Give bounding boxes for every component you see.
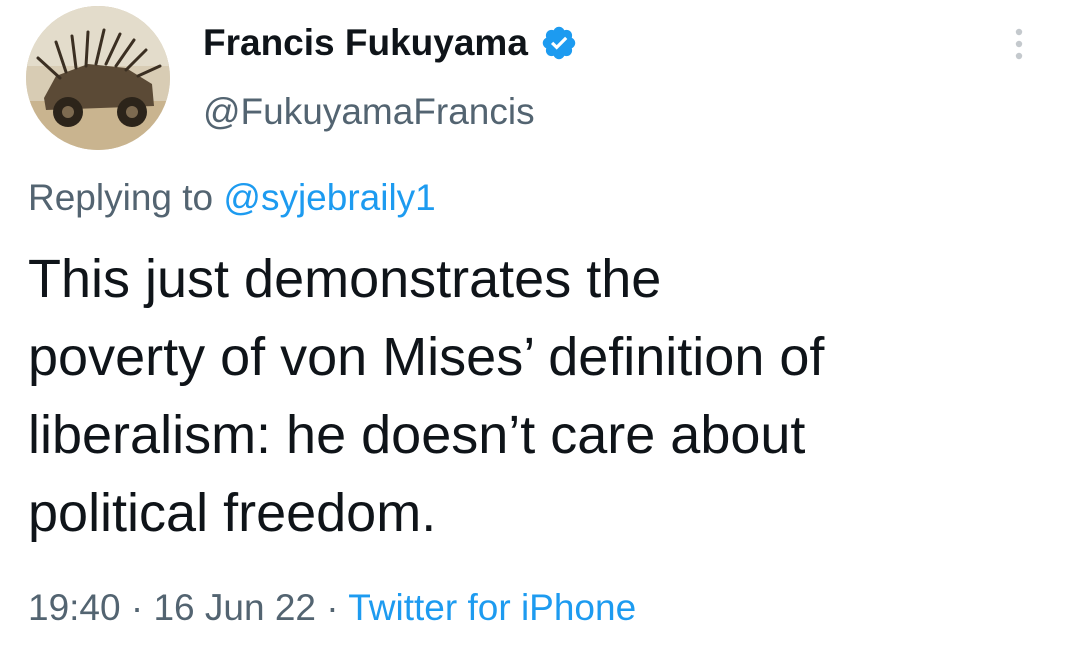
tweet-card: Francis Fukuyama @FukuyamaFrancis Replyi… <box>0 0 1067 654</box>
tweet-time[interactable]: 19:40 <box>28 587 121 628</box>
replying-to-label: Replying to <box>28 177 214 218</box>
verified-badge-icon <box>540 24 578 62</box>
tweet-text-line: political freedom. <box>28 483 437 543</box>
replying-to-line: Replying to @syjebraily1 <box>28 176 436 220</box>
tweet-date[interactable]: 16 Jun 22 <box>153 587 316 628</box>
tweet-text: This just demonstrates the poverty of vo… <box>28 240 1058 552</box>
tweet-metadata: 19:40 · 16 Jun 22 · Twitter for iPhone <box>28 586 636 630</box>
tweet-text-line: poverty of von Mises’ definition of <box>28 327 825 387</box>
author-name[interactable]: Francis Fukuyama <box>203 21 528 65</box>
more-options-icon[interactable] <box>1004 24 1034 64</box>
tweet-text-line: liberalism: he doesn’t care about <box>28 405 806 465</box>
meta-separator: · <box>326 587 339 628</box>
reply-mention-link[interactable]: @syjebraily1 <box>223 177 435 218</box>
tweet-source-link[interactable]: Twitter for iPhone <box>348 587 636 628</box>
author-avatar[interactable] <box>26 6 170 150</box>
meta-separator: · <box>130 587 144 628</box>
author-name-row[interactable]: Francis Fukuyama <box>203 21 578 65</box>
tweet-text-line: This just demonstrates the <box>28 249 662 309</box>
author-handle[interactable]: @FukuyamaFrancis <box>203 90 535 134</box>
avatar-spiked-vehicle-image <box>26 6 170 150</box>
